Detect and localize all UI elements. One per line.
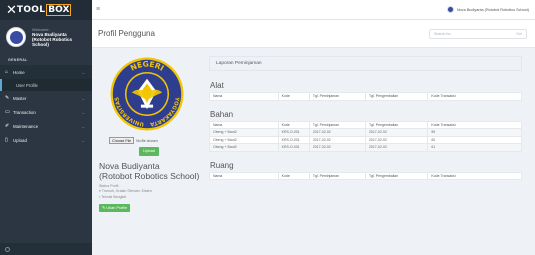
column-header: Kode Transaksi <box>427 92 522 101</box>
table-cell: KRS-O-001 <box>277 143 310 152</box>
column-header: Tgl. Pengembalian <box>364 171 429 180</box>
profile-name-line2: (Rotobot Robotics School) <box>99 170 200 181</box>
sidebar-subitem-user-profile[interactable]: User Profile <box>0 79 92 91</box>
nav-section-header: GENERAL <box>8 58 28 62</box>
user-panel: Welcome, Nova Budiyanta (Rotobot Robotic… <box>0 20 92 52</box>
sidebar-item-home[interactable]: ⌂ Home ⌄ <box>0 65 92 79</box>
top-navbar: ≡ Nova Budiyanta (Rotobot Robotics Schoo… <box>92 0 535 20</box>
table-cell: 61 <box>427 143 522 152</box>
chevron-down-icon: ⌄ <box>81 95 85 101</box>
table-cell: KRS-O-001 <box>277 135 310 144</box>
column-header: Tgl. Pengembalian <box>364 120 429 129</box>
chevron-down-icon: ⌄ <box>81 137 85 143</box>
search-input[interactable]: Search for... <box>434 32 516 36</box>
alat-table: Nama Kode Tgl. Peminjaman Tgl. Pengembalian… <box>209 92 522 101</box>
column-header: Kode Transaksi <box>427 120 522 129</box>
search-box[interactable]: Search for... Go! <box>429 28 527 39</box>
table-cell: KRS-O-001 <box>277 128 310 137</box>
top-user-menu[interactable]: Nova Budiyanta (Rotobot Robotics School) <box>446 6 529 13</box>
sidebar-item-label: Maintenance <box>13 123 39 129</box>
table-cell: 60 <box>427 135 522 144</box>
sidebar-item-master[interactable]: ✎ Master ⌄ <box>0 91 92 105</box>
chevron-down-icon: ⌄ <box>81 109 85 115</box>
table-cell: 2017-02-02 <box>364 128 429 137</box>
loan-report-panel: Laporan Peminjaman Alat Nama Kode Tgl. Pem… <box>209 56 522 180</box>
table-cell: 2017-02-02 <box>308 128 366 137</box>
column-header: Tgl. Peminjaman <box>308 92 366 101</box>
loan-report-title: Laporan Peminjaman <box>209 56 522 71</box>
column-header: Tgl. Peminjaman <box>308 120 366 129</box>
section-title-bahan: Bahan <box>210 109 234 119</box>
app-logo[interactable]: ✕ TOOL BOX <box>0 0 92 20</box>
column-header: Kode <box>277 120 310 129</box>
logo-text: TOOL <box>16 5 46 15</box>
sidebar-item-maintenance[interactable]: ✐ Maintenance ⌄ <box>0 119 92 133</box>
desktop-icon: ▭ <box>5 109 10 115</box>
sidebar-item-label: Transaction <box>13 109 36 115</box>
menu-toggle-icon[interactable]: ≡ <box>96 6 100 13</box>
column-header: Kode <box>277 92 310 101</box>
page-title: Profil Pengguna <box>98 29 155 38</box>
sidebar-user-name: Nova Budiyanta (Rotobot Robotics School) <box>32 32 73 47</box>
settings-icon[interactable] <box>5 246 10 252</box>
university-emblem: NEGERI UNIVERSITAS YOGYAKARTA <box>110 57 184 131</box>
sidebar-item-label: Master <box>13 95 27 101</box>
logo-box-text: BOX <box>46 4 72 16</box>
edit-icon: ✎ <box>5 95 10 101</box>
section-title-ruang: Ruang <box>210 160 234 170</box>
table-cell: Obeng + Baut2 <box>209 143 279 152</box>
chevron-down-icon: ⌄ <box>81 123 85 129</box>
profile-job: Teknisi Bengkel <box>101 195 127 200</box>
column-header: Nama <box>209 120 279 129</box>
table-cell: 2017-02-02 <box>364 135 429 144</box>
sidebar: ✕ TOOL BOX Welcome, Nova Budiyanta (Roto… <box>0 0 92 255</box>
avatar <box>446 6 454 13</box>
table-cell: 2017-02-02 <box>308 135 366 144</box>
sidebar-item-label: Upload <box>13 137 27 143</box>
upload-button[interactable]: Upload <box>139 147 159 156</box>
profile-address-row: ▾ Trumuh, Kralan Sleman, Klaten <box>99 189 199 194</box>
bahan-table: Nama Kode Tgl. Peminjaman Tgl. Pengembalian… <box>209 120 522 152</box>
table-cell: 59 <box>427 128 522 137</box>
sidebar-item-upload[interactable]: ▯ Upload ⌄ <box>0 133 92 147</box>
top-user-name: Nova Budiyanta (Rotobot Robotics School) <box>456 7 529 12</box>
table-cell: Obeng + Baut2 <box>209 128 279 137</box>
edit-profile-button[interactable]: ✎ Ubah Profile <box>99 203 131 212</box>
section-title-alat: Alat <box>210 81 224 90</box>
choose-file-button[interactable]: Choose File <box>109 137 135 144</box>
profile-job-row: ▪ Teknisi Bengkel <box>99 195 199 200</box>
table-row: Obeng + Baut2 KRS-O-001 2017-02-02 2017-02-… <box>209 128 522 137</box>
table-cell: 2017-02-02 <box>308 143 366 152</box>
table-row: Obeng + Baut2 KRS-O-001 2017-02-02 2017-02-… <box>209 143 522 152</box>
sidebar-footer <box>0 243 92 255</box>
column-header: Nama <box>209 171 279 180</box>
main-content: NEGERI UNIVERSITAS YOGYAKARTA Choose Fil… <box>92 48 535 255</box>
page-header: Profil Pengguna Search for... Go! <box>92 20 535 48</box>
column-header: Kode <box>277 171 310 180</box>
column-header: Nama <box>209 92 279 101</box>
wrench-icon: ✐ <box>5 123 10 129</box>
ruang-table: Nama Kode Tgl. Peminjaman Tgl. Pengembalian… <box>209 171 522 181</box>
file-chooser: Choose File No file chosen <box>109 137 199 144</box>
edit-profile-label: Ubah Profile <box>106 205 128 210</box>
column-header: Tgl. Pengembalian <box>364 92 429 101</box>
sidebar-item-label: Home <box>13 69 25 75</box>
home-icon: ⌂ <box>5 69 9 75</box>
table-cell: Obeng + Baut2 <box>209 135 279 144</box>
table-cell: 2017-02-02 <box>364 143 429 152</box>
search-go-button[interactable]: Go! <box>516 32 522 36</box>
profile-address: Trumuh, Kralan Sleman, Klaten <box>101 188 152 193</box>
table-row: Obeng + Baut2 KRS-O-001 2017-02-02 2017-02-… <box>209 135 522 144</box>
file-icon: ▯ <box>5 137 8 143</box>
sidebar-item-transaction[interactable]: ▭ Transaction ⌄ <box>0 105 92 119</box>
column-header: Kode Transaksi <box>427 171 522 180</box>
column-header: Tgl. Peminjaman <box>308 171 366 180</box>
no-file-text: No file chosen <box>136 138 158 143</box>
chevron-down-icon: ⌄ <box>81 69 85 75</box>
logo-x-icon: ✕ <box>6 2 17 18</box>
profile-name: Nova Budiyanta (Rotobot Robotics School) <box>99 161 200 181</box>
profile-meta: Status Profil ▾ Trumuh, Kralan Sleman, K… <box>99 184 199 200</box>
profile-panel: NEGERI UNIVERSITAS YOGYAKARTA Choose Fil… <box>99 56 199 212</box>
avatar <box>6 27 26 47</box>
